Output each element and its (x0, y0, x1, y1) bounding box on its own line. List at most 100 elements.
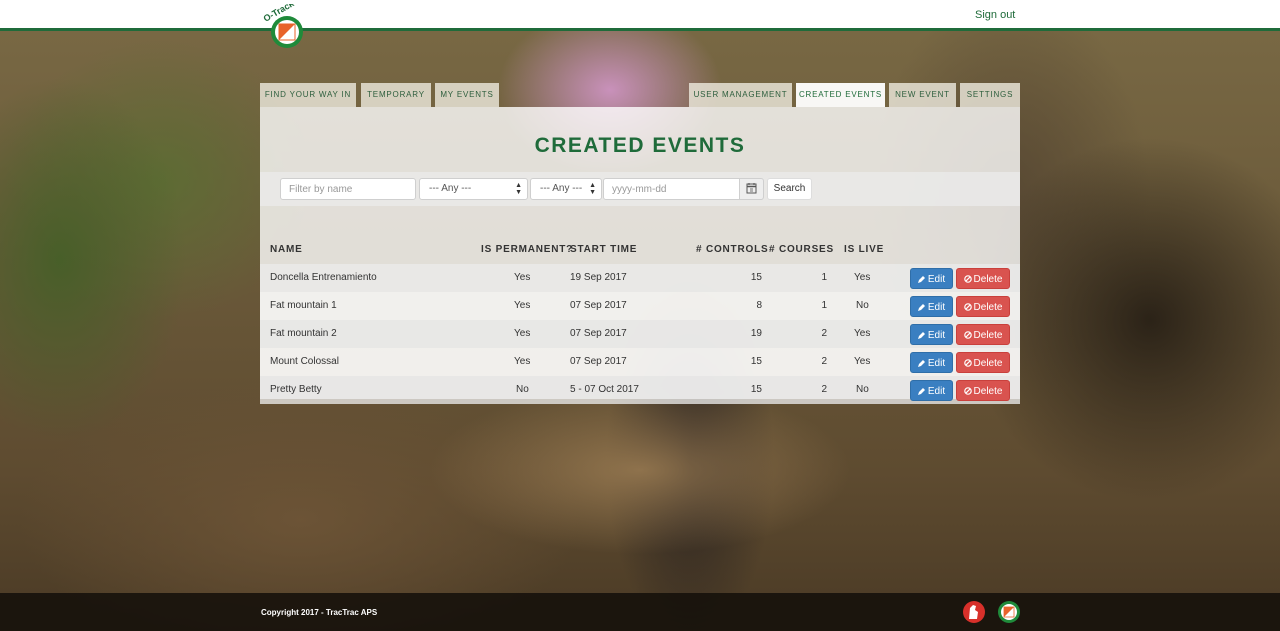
delete-button[interactable]: Delete (956, 380, 1010, 401)
edit-button[interactable]: Edit (910, 296, 953, 317)
ban-icon (963, 387, 972, 395)
event-controls: 15 (750, 384, 762, 395)
delete-label: Delete (973, 358, 1003, 369)
date-input[interactable] (603, 178, 740, 200)
event-live: Yes (854, 356, 871, 367)
event-controls: 8 (756, 300, 762, 311)
nav-tabs: Find your way in Temporary My events Use… (260, 83, 1020, 107)
col-courses[interactable]: # COURSES (769, 244, 834, 255)
event-start: 07 Sep 2017 (570, 356, 627, 367)
sign-out-link[interactable]: Sign out (975, 9, 1015, 21)
event-name: Pretty Betty (270, 384, 322, 395)
tab-new-event[interactable]: New event (889, 83, 956, 107)
event-courses: 2 (821, 384, 827, 395)
delete-button[interactable]: Delete (956, 296, 1010, 317)
delete-label: Delete (973, 274, 1003, 285)
event-start: 07 Sep 2017 (570, 300, 627, 311)
col-start-time[interactable]: START TIME (570, 244, 637, 255)
edit-button[interactable]: Edit (910, 380, 953, 401)
event-start: 19 Sep 2017 (570, 272, 627, 283)
live-select[interactable]: --- Any --- ▲ ▼ (530, 178, 602, 200)
delete-label: Delete (973, 386, 1003, 397)
edit-button[interactable]: Edit (910, 268, 953, 289)
pencil-icon (917, 388, 925, 395)
event-controls: 19 (750, 328, 762, 339)
table-row: Doncella Entrenamiento Yes 19 Sep 2017 1… (260, 264, 1020, 292)
event-permanent: Yes (514, 272, 531, 283)
live-select-value: --- Any --- (540, 183, 583, 194)
event-courses: 2 (821, 328, 827, 339)
event-live: No (856, 300, 869, 311)
pencil-icon (917, 304, 925, 311)
tab-find-your-way-in[interactable]: Find your way in (260, 83, 356, 107)
page-title: CREATED EVENTS (534, 134, 746, 157)
table-row: Mount Colossal Yes 07 Sep 2017 15 2 Yes … (260, 348, 1020, 376)
delete-label: Delete (973, 330, 1003, 341)
top-bar (0, 0, 1280, 31)
edit-button[interactable]: Edit (910, 324, 953, 345)
col-name[interactable]: NAME (270, 244, 303, 255)
ban-icon (963, 275, 972, 283)
table-row: Pretty Betty No 5 - 07 Oct 2017 15 2 No … (260, 376, 1020, 404)
content-card: CREATED EVENTS --- Any --- ▲▼ --- Any --… (260, 107, 1020, 404)
otrack-logo[interactable]: O-Track (262, 4, 310, 50)
event-courses: 1 (821, 272, 827, 283)
permanent-select[interactable]: --- Any --- ▲ ▼ (419, 178, 528, 200)
filter-bar: --- Any --- ▲▼ --- Any --- ▲▼ Search (260, 172, 1020, 206)
permanent-select-value: --- Any --- (429, 183, 472, 194)
tab-settings[interactable]: Settings (960, 83, 1020, 107)
calendar-icon (746, 183, 757, 194)
event-live: No (856, 384, 869, 395)
event-name: Fat mountain 1 (270, 300, 337, 311)
delete-button[interactable]: Delete (956, 352, 1010, 373)
event-controls: 15 (750, 356, 762, 367)
otrack-footer-logo-icon[interactable] (997, 600, 1021, 624)
delete-button[interactable]: Delete (956, 268, 1010, 289)
event-courses: 2 (821, 356, 827, 367)
event-start: 5 - 07 Oct 2017 (570, 384, 639, 395)
event-start: 07 Sep 2017 (570, 328, 627, 339)
pencil-icon (917, 332, 925, 339)
pencil-icon (917, 276, 925, 283)
event-courses: 1 (821, 300, 827, 311)
search-button[interactable]: Search (767, 178, 812, 200)
event-controls: 15 (750, 272, 762, 283)
edit-label: Edit (927, 274, 946, 285)
edit-label: Edit (927, 302, 946, 313)
tractrac-logo-icon[interactable] (962, 600, 986, 624)
calendar-button[interactable] (739, 178, 764, 200)
event-permanent: Yes (514, 328, 531, 339)
event-permanent: Yes (514, 356, 531, 367)
event-name: Fat mountain 2 (270, 328, 337, 339)
select-arrows-icon: ▲ ▼ (515, 182, 522, 196)
tab-user-management[interactable]: User management (689, 83, 792, 107)
delete-label: Delete (973, 302, 1003, 313)
events-panel: Find your way in Temporary My events Use… (260, 83, 1020, 404)
col-permanent[interactable]: IS PERMANENT? (481, 244, 573, 255)
pencil-icon (917, 360, 925, 367)
edit-label: Edit (927, 386, 946, 397)
table-row: Fat mountain 2 Yes 07 Sep 2017 19 2 Yes … (260, 320, 1020, 348)
delete-button[interactable]: Delete (956, 324, 1010, 345)
tab-my-events[interactable]: My events (435, 83, 499, 107)
col-is-live[interactable]: IS LIVE (844, 244, 884, 255)
select-arrows-icon: ▲ ▼ (589, 182, 596, 196)
table-header: NAME IS PERMANENT? START TIME # CONTROLS… (260, 240, 1020, 264)
copyright-text: Copyright 2017 - TracTrac APS (261, 608, 378, 617)
ban-icon (963, 331, 972, 339)
event-name: Mount Colossal (270, 356, 339, 367)
tab-temporary[interactable]: Temporary (361, 83, 431, 107)
edit-label: Edit (927, 330, 946, 341)
event-permanent: No (516, 384, 529, 395)
event-live: Yes (854, 272, 871, 283)
filter-name-input[interactable] (280, 178, 416, 200)
tab-created-events[interactable]: Created events (796, 83, 885, 107)
table-row: Fat mountain 1 Yes 07 Sep 2017 8 1 No Ed… (260, 292, 1020, 320)
event-name: Doncella Entrenamiento (270, 272, 377, 283)
ban-icon (963, 359, 972, 367)
edit-label: Edit (927, 358, 946, 369)
event-permanent: Yes (514, 300, 531, 311)
col-controls[interactable]: # CONTROLS (696, 244, 768, 255)
ban-icon (963, 303, 972, 311)
edit-button[interactable]: Edit (910, 352, 953, 373)
